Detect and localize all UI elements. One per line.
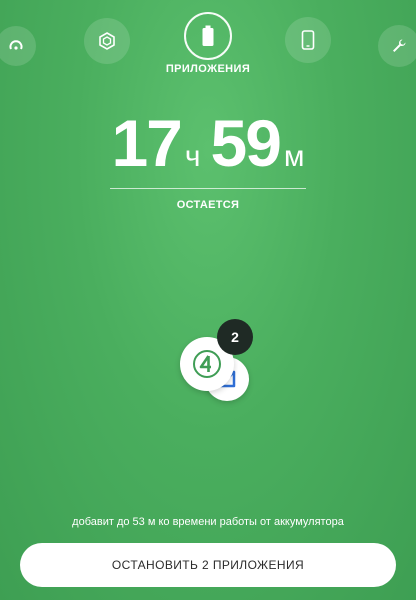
nav-optimize-button[interactable]	[84, 18, 130, 64]
nav-active-label: ПРИЛОЖЕНИЯ	[165, 63, 251, 75]
top-navigation: ПРИЛОЖЕНИЯ	[0, 0, 416, 85]
wrench-icon	[393, 39, 406, 52]
remaining-label: ОСТАЕТСЯ	[176, 199, 240, 211]
minutes-value: 59	[210, 106, 282, 180]
time-divider	[110, 188, 306, 189]
hours-unit: ч	[184, 140, 201, 173]
battery-gain-hint: добавит до 53 м ко времени работы от акк…	[72, 516, 344, 528]
gauge-icon	[9, 40, 23, 50]
optimize-icon	[99, 32, 115, 50]
minutes-unit: м	[283, 140, 305, 173]
phone-icon	[301, 30, 315, 50]
battery-icon	[202, 25, 214, 46]
app-4-icon	[193, 350, 221, 378]
app-count-badge: 2	[217, 319, 253, 355]
stop-apps-button[interactable]: ОСТАНОВИТЬ 2 ПРИЛОЖЕНИЯ	[20, 543, 396, 587]
nav-tools-button[interactable]	[378, 25, 416, 67]
time-remaining: 17 ч 59 м	[0, 110, 416, 176]
nav-phone-button[interactable]	[285, 17, 331, 63]
hours-value: 17	[111, 106, 182, 180]
nav-apps-button[interactable]	[184, 12, 232, 60]
nav-gauge-button[interactable]	[0, 26, 36, 66]
